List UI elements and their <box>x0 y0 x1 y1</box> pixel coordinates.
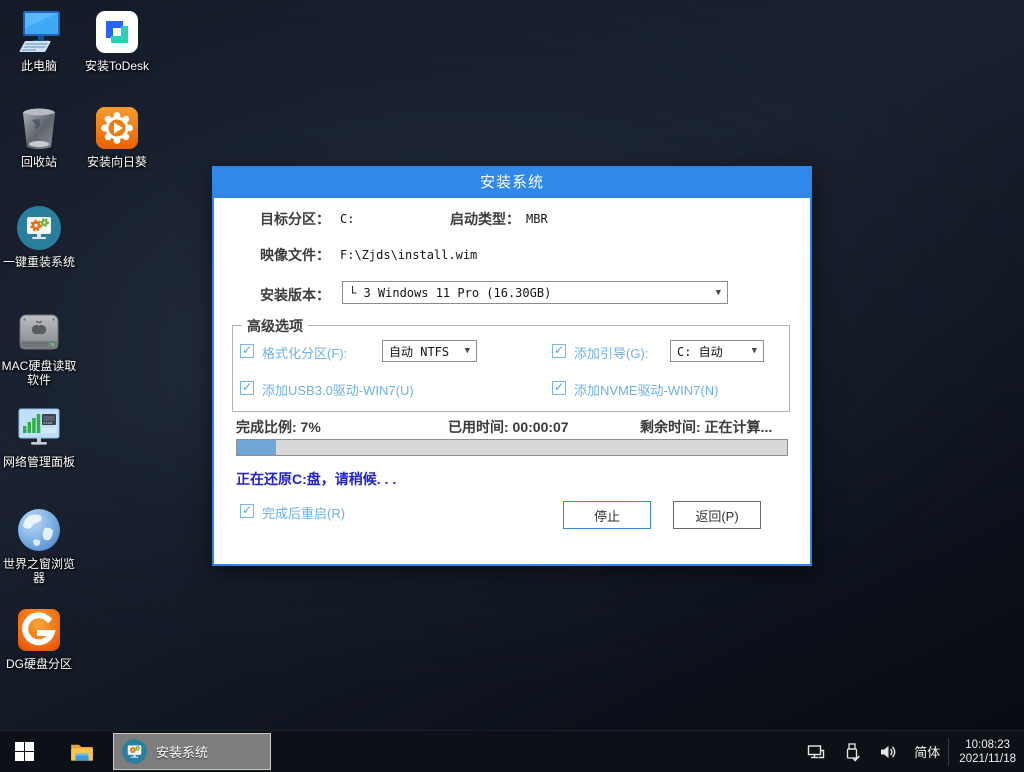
mac-disk-icon <box>15 308 63 356</box>
progress-percent-text: 完成比例: 7% <box>236 417 321 437</box>
desktop-icon-label: 网络管理面板 <box>0 455 78 469</box>
boot-type-label: 启动类型： <box>450 209 520 229</box>
format-type-value: 自动 NTFS <box>389 343 449 360</box>
image-file-value: F:\Zjds\install.wim <box>340 248 477 262</box>
usb-eject-icon <box>843 742 861 762</box>
globe-browser-icon <box>15 506 63 554</box>
advanced-options-legend: 高级选项 <box>242 316 308 336</box>
stop-button[interactable]: 停止 <box>563 501 651 529</box>
desktop-icon-dg-disk-partition[interactable]: DG硬盘分区 <box>0 606 78 671</box>
reboot-after-checkbox[interactable] <box>240 504 254 518</box>
install-system-dialog: 安装系统 目标分区： C: 启动类型： MBR 映像文件： F:\Zjds\in… <box>212 166 812 566</box>
network-tray-button[interactable] <box>805 741 827 763</box>
windows-logo-icon <box>15 742 34 761</box>
network-icon <box>806 742 826 762</box>
target-partition-label: 目标分区： <box>260 209 330 229</box>
desktop-icon-label: 世界之窗浏览器 <box>0 557 78 585</box>
start-button[interactable] <box>0 731 48 772</box>
add-boot-checkbox[interactable] <box>552 344 566 358</box>
reinstall-system-icon <box>121 738 148 765</box>
desktop-icon-label: MAC硬盘读取软件 <box>0 359 78 387</box>
clock-time: 10:08:23 <box>959 738 1016 752</box>
dialog-titlebar: 安装系统 <box>214 168 810 198</box>
desktop-icon-label: 一键重装系统 <box>0 255 78 269</box>
file-explorer-button[interactable] <box>62 731 102 772</box>
taskbar-task-label: 安装系统 <box>156 742 208 761</box>
speaker-icon <box>878 742 898 762</box>
dg-partition-icon <box>15 606 63 654</box>
this-pc-icon <box>15 8 63 56</box>
todesk-icon <box>93 8 141 56</box>
network-panel-icon <box>15 404 63 452</box>
nvme-driver-checkbox[interactable] <box>552 381 566 395</box>
usb-tray-button[interactable] <box>841 741 863 763</box>
desktop-icon-one-key-reinstall[interactable]: 一键重装系统 <box>0 204 78 269</box>
desktop-icon-network-panel[interactable]: 网络管理面板 <box>0 404 78 469</box>
system-tray: 简体 10:08:23 2021/11/18 <box>798 731 1024 772</box>
taskbar: 安装系统 简体 10:08:23 <box>0 730 1024 772</box>
input-method-indicator[interactable]: 简体 <box>914 742 940 761</box>
install-version-value: └ 3 Windows 11 Pro (16.30GB) <box>349 286 551 300</box>
desktop-icon-install-todesk[interactable]: 安装ToDesk <box>78 8 156 73</box>
format-partition-label: 格式化分区(F): <box>262 343 347 362</box>
add-boot-select[interactable]: C: 自动 <box>670 340 764 362</box>
back-button[interactable]: 返回(P) <box>673 501 761 529</box>
install-version-select[interactable]: └ 3 Windows 11 Pro (16.30GB) <box>342 281 728 304</box>
volume-tray-button[interactable] <box>877 741 899 763</box>
reinstall-system-icon <box>15 204 63 252</box>
add-boot-value: C: 自动 <box>677 343 723 360</box>
recycle-bin-icon <box>15 104 63 152</box>
desktop-icon-mac-disk-reader[interactable]: MAC硬盘读取软件 <box>0 308 78 387</box>
desktop-icon-label: 此电脑 <box>0 59 78 73</box>
taskbar-task-install-system[interactable]: 安装系统 <box>113 733 271 770</box>
progress-bar <box>236 439 788 456</box>
desktop-icon-this-pc[interactable]: 此电脑 <box>0 8 78 73</box>
target-partition-value: C: <box>340 212 354 226</box>
usb3-driver-label: 添加USB3.0驱动-WIN7(U) <box>262 380 414 399</box>
clock[interactable]: 10:08:23 2021/11/18 <box>948 738 1024 766</box>
remaining-time-text: 剩余时间: 正在计算... <box>640 417 772 437</box>
desktop-icon-install-sunflower[interactable]: 安装向日葵 <box>78 104 156 169</box>
boot-type-value: MBR <box>526 212 548 226</box>
desktop-icon-label: 安装ToDesk <box>78 59 156 73</box>
install-version-label: 安装版本： <box>260 285 330 305</box>
desktop-icon-label: 安装向日葵 <box>78 155 156 169</box>
format-partition-checkbox[interactable] <box>240 344 254 358</box>
desktop-icon-recycle-bin[interactable]: 回收站 <box>0 104 78 169</box>
usb3-driver-checkbox[interactable] <box>240 381 254 395</box>
folder-icon <box>69 739 95 765</box>
add-boot-label: 添加引导(G): <box>574 343 648 362</box>
restore-status-text: 正在还原C:盘，请稍候. . . <box>236 469 396 489</box>
desktop-icon-world-window-browser[interactable]: 世界之窗浏览器 <box>0 506 78 585</box>
sunflower-icon <box>93 104 141 152</box>
image-file-label: 映像文件： <box>260 245 330 265</box>
elapsed-time-text: 已用时间: 00:00:07 <box>448 417 569 437</box>
reboot-after-label: 完成后重启(R) <box>262 503 345 522</box>
desktop-icon-label: 回收站 <box>0 155 78 169</box>
progress-fill <box>237 440 276 455</box>
clock-date: 2021/11/18 <box>959 752 1016 766</box>
nvme-driver-label: 添加NVME驱动-WIN7(N) <box>574 380 718 399</box>
desktop-icon-label: DG硬盘分区 <box>0 657 78 671</box>
format-type-select[interactable]: 自动 NTFS <box>382 340 477 362</box>
